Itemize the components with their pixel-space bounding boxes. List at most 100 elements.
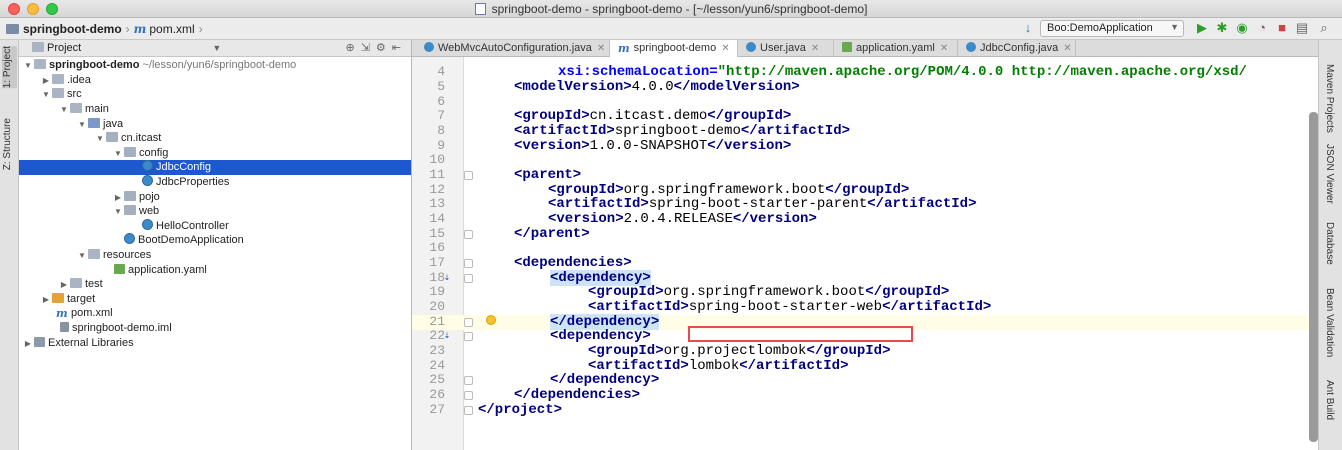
code-line: 24 <artifactId>lombok</artifactId> — [429, 358, 849, 374]
close-icon[interactable]: ✕ — [940, 43, 948, 54]
build-icon[interactable]: ↓ — [1020, 20, 1036, 36]
tree-item-target[interactable]: ▶ target — [19, 292, 411, 307]
fold-icon[interactable] — [464, 318, 473, 327]
tree-item-main[interactable]: ▼ main — [19, 102, 411, 117]
tree-item-external-libraries[interactable]: ▶ External Libraries — [19, 336, 411, 351]
code-line: 26 </dependencies> — [429, 387, 641, 403]
class-icon — [746, 42, 756, 52]
profile-icon[interactable]: ◔ — [1254, 20, 1270, 36]
project-panel-title[interactable]: Project — [47, 42, 81, 54]
package-icon — [124, 205, 136, 215]
yaml-file-icon — [842, 42, 852, 52]
tab-jdbcconfig-java[interactable]: JdbcConfig.java ✕ — [958, 40, 1076, 57]
collapsed-icon: ▶ — [24, 339, 32, 348]
class-icon — [424, 42, 434, 52]
tool-tab-maven[interactable]: Maven Projects — [1324, 64, 1335, 133]
expanded-icon: ▼ — [114, 207, 122, 216]
tool-tab-database[interactable]: Database — [1324, 222, 1335, 265]
close-icon[interactable]: ✕ — [597, 43, 605, 54]
tree-item-project-root[interactable]: ▼ springboot-demo ~/lesson/yun6/springboo… — [19, 58, 411, 73]
navigation-bar: springboot-demo › m pom.xml › ↓ Boo:DemoAppl… — [0, 18, 1342, 40]
fold-icon[interactable] — [464, 376, 473, 385]
folder-icon — [6, 24, 19, 34]
coverage-icon[interactable]: ◉ — [1234, 20, 1250, 36]
vertical-scrollbar[interactable] — [1309, 112, 1318, 442]
debug-icon[interactable]: ✱ — [1214, 20, 1230, 36]
folder-icon — [52, 88, 64, 98]
expanded-icon: ▼ — [78, 251, 86, 260]
tree-item-pojo[interactable]: ▶ pojo — [19, 190, 411, 205]
lightbulb-icon[interactable] — [486, 315, 496, 325]
breadcrumb-project[interactable]: springboot-demo — [23, 22, 122, 36]
class-icon — [142, 219, 153, 230]
expanded-icon: ▼ — [24, 61, 32, 70]
code-line: 8 <artifactId>springboot-demo</artifactId… — [437, 123, 851, 139]
tab-user-java[interactable]: User.java ✕ — [738, 40, 834, 57]
title-bar: springboot-demo - springboot-demo - [~/l… — [0, 0, 1342, 18]
code-line: 13 <artifactId>spring-boot-starter-parent… — [429, 196, 977, 212]
project-view-icon — [32, 42, 44, 52]
tree-item-bootdemoapplication[interactable]: BootDemoApplication — [19, 233, 411, 248]
fold-icon[interactable] — [464, 259, 473, 268]
right-tool-strip: Maven Projects JSON Viewer Database Bean… — [1318, 40, 1342, 450]
code-line: 23 <groupId>org.projectlombok</groupId> — [429, 343, 891, 359]
run-icon[interactable]: ▶ — [1194, 20, 1210, 36]
chevron-down-icon[interactable]: ▼ — [212, 43, 221, 53]
tool-tab-json-viewer[interactable]: JSON Viewer — [1324, 144, 1335, 204]
folder-icon — [70, 103, 82, 113]
tree-item-jdbcproperties[interactable]: JdbcProperties — [19, 175, 411, 190]
fold-icon[interactable] — [464, 274, 473, 283]
stop-icon[interactable]: ■ — [1274, 20, 1290, 36]
tool-tab-structure[interactable]: Z: Structure — [2, 118, 17, 170]
fold-icon[interactable] — [464, 406, 473, 415]
tree-item-test[interactable]: ▶ test — [19, 277, 411, 292]
search-icon[interactable]: ⌕ — [1316, 20, 1332, 36]
tab-application-yaml[interactable]: application.yaml ✕ — [834, 40, 958, 57]
hide-icon[interactable]: ⇤ — [392, 42, 407, 54]
collapse-icon[interactable]: ⇲ — [361, 42, 376, 54]
run-config-select[interactable]: Boo:DemoApplication ▼ — [1040, 20, 1184, 37]
tree-item-src[interactable]: ▼ src — [19, 87, 411, 102]
fold-icon[interactable] — [464, 171, 473, 180]
breadcrumb-file[interactable]: pom.xml — [149, 22, 194, 36]
tree-item-hellocontroller[interactable]: HelloController — [19, 219, 411, 234]
tree-item-pom-xml[interactable]: m pom.xml — [19, 306, 411, 321]
breadcrumb: springboot-demo › m pom.xml › — [6, 22, 207, 36]
chevron-right-icon: › — [125, 22, 130, 36]
tool-tab-bean-validation[interactable]: Bean Validation — [1324, 288, 1335, 357]
tree-item-application-yaml[interactable]: application.yaml — [19, 263, 411, 278]
tree-item-jdbcconfig[interactable]: JdbcConfig — [19, 160, 411, 175]
tree-item-idea[interactable]: ▶ .idea — [19, 73, 411, 88]
tree-item-resources[interactable]: ▼ resources — [19, 248, 411, 263]
tool-tab-ant-build[interactable]: Ant Build — [1324, 380, 1335, 420]
project-structure-icon[interactable]: ▤ — [1294, 20, 1310, 36]
yaml-file-icon — [114, 264, 125, 274]
code-line: 10 — [429, 152, 445, 167]
fold-icon[interactable] — [464, 391, 473, 400]
close-icon[interactable]: ✕ — [1063, 43, 1071, 54]
gear-icon[interactable]: ⚙ — [376, 42, 392, 54]
chevron-down-icon: ▼ — [1170, 22, 1179, 32]
tab-webmvcautoconfiguration[interactable]: WebMvcAutoConfiguration.java ✕ — [416, 40, 610, 57]
tree-item-iml[interactable]: springboot-demo.iml — [19, 321, 411, 336]
expanded-icon: ▼ — [96, 134, 104, 143]
expanded-icon: ▼ — [42, 90, 50, 99]
tool-tab-project[interactable]: 1: Project — [2, 46, 17, 89]
close-icon[interactable]: ✕ — [721, 43, 729, 54]
tree-item-web[interactable]: ▼ web — [19, 204, 411, 219]
collapsed-icon: ▶ — [60, 280, 68, 289]
package-icon — [106, 132, 118, 142]
folder-icon — [70, 278, 82, 288]
source-folder-icon — [88, 118, 100, 128]
close-icon[interactable]: ✕ — [811, 43, 819, 54]
left-tool-strip: 1: Project Z: Structure — [0, 40, 19, 450]
fold-icon[interactable] — [464, 332, 473, 341]
tree-item-config[interactable]: ▼ config — [19, 146, 411, 161]
folder-icon — [52, 293, 64, 303]
tree-item-java[interactable]: ▼ java — [19, 117, 411, 132]
tab-springboot-demo[interactable]: m springboot-demo ✕ — [610, 40, 738, 57]
expanded-icon: ▼ — [114, 149, 122, 158]
tree-item-cn-itcast[interactable]: ▼ cn.itcast — [19, 131, 411, 146]
sync-icon[interactable]: ⊕ — [345, 42, 360, 54]
fold-icon[interactable] — [464, 230, 473, 239]
